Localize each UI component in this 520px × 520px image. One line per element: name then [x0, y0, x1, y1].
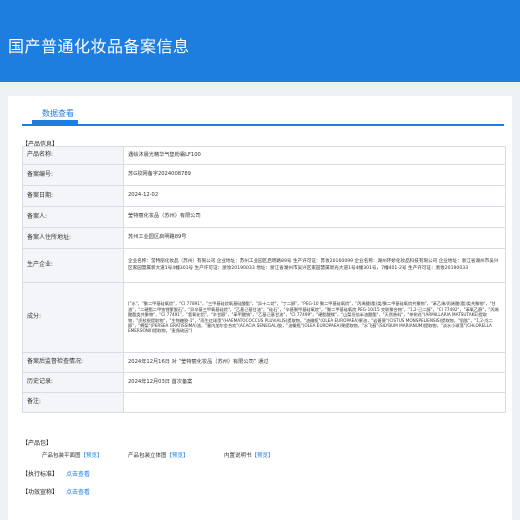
- row-value-manufacturer: 企业名称：莹特丽化妆品（苏州）有限公司 企业地址：苏州工业园区启明路89号 生产…: [123, 248, 506, 283]
- row-value-filer: 莹特丽化妆品（苏州）有限公司: [123, 206, 506, 228]
- row-label-filer: 备案人:: [22, 206, 124, 228]
- row-label-ingredients: 成分:: [22, 282, 124, 353]
- standard-view-link[interactable]: 点击查看: [66, 471, 90, 478]
- row-label-record-no: 备案编号:: [22, 164, 124, 186]
- standard-row: 【执行标准】 点击查看: [22, 469, 90, 478]
- package-3d-label: 产品包装立体图: [128, 453, 167, 459]
- package-flat-item: 产品包装平面图【预览】: [42, 451, 103, 459]
- table-row: 备案后监督检查情况: 2024年12月16日 对 “莹特丽化妆品（苏州）有限公司…: [22, 352, 506, 373]
- package-flat-preview-link[interactable]: 【预览】: [81, 453, 103, 459]
- row-label-history: 历史记录:: [22, 372, 124, 393]
- table-row: 备案编号: 苏G妆网备字2024008789: [22, 164, 506, 186]
- table-row: 备案人住所地址: 苏州工业园区启明路89号: [22, 227, 506, 249]
- product-info-table: 产品名称: 遇绘沐晨光精华气垫粉霜LF100 备案编号: 苏G妆网备字20240…: [22, 146, 506, 413]
- package-3d-preview-link[interactable]: 【预览】: [167, 453, 189, 459]
- header-banner: 国产普通化妆品备案信息: [0, 0, 520, 82]
- efficacy-row: 【功效宣称】 点击查看: [22, 487, 90, 496]
- table-row: 生产企业: 企业名称：莹特丽化妆品（苏州）有限公司 企业地址：苏州工业园区启明路…: [22, 248, 506, 283]
- table-row: 成分: ["水"，"聚二甲基硅氧烷"，"CI 77891"，"三甲基硅烷氧基硅酸…: [22, 282, 506, 353]
- detail-card: 数据查看 【产品信息】 产品名称: 遇绘沐晨光精华气垫粉霜LF100 备案编号:…: [8, 96, 512, 520]
- efficacy-view-link[interactable]: 点击查看: [66, 489, 90, 496]
- standard-label: 【执行标准】: [22, 471, 59, 478]
- row-value-date: 2024-12-02: [123, 185, 506, 207]
- manual-preview-link[interactable]: 【预览】: [252, 453, 274, 459]
- table-row: 产品名称: 遇绘沐晨光精华气垫粉霜LF100: [22, 146, 506, 165]
- row-value-history: 2024年12月03日 首次备案: [123, 372, 506, 393]
- row-value-supervision: 2024年12月16日 对 “莹特丽化妆品（苏州）有限公司” 通过: [123, 352, 506, 373]
- tab-data-view[interactable]: 数据查看: [42, 108, 74, 119]
- package-flat-label: 产品包装平面图: [42, 453, 81, 459]
- manual-label: 内置说明书: [224, 453, 252, 459]
- row-label-manufacturer: 生产企业:: [22, 248, 124, 283]
- efficacy-label: 【功效宣称】: [22, 489, 59, 496]
- tab-active-indicator: [32, 120, 78, 124]
- table-row: 备注:: [22, 392, 506, 413]
- table-row: 历史记录: 2024年12月03日 首次备案: [22, 372, 506, 393]
- section-package: 【产品包】: [22, 440, 53, 447]
- row-value-remarks: [123, 392, 506, 413]
- row-label-name: 产品名称:: [22, 146, 124, 165]
- package-3d-item: 产品包装立体图【预览】: [128, 451, 189, 459]
- row-label-address: 备案人住所地址:: [22, 227, 124, 249]
- row-label-remarks: 备注:: [22, 392, 124, 413]
- row-label-date: 备案日期:: [22, 185, 124, 207]
- manual-item: 内置说明书【预览】: [224, 451, 274, 459]
- row-value-name: 遇绘沐晨光精华气垫粉霜LF100: [123, 146, 506, 165]
- row-value-record-no: 苏G妆网备字2024008789: [123, 164, 506, 186]
- row-value-ingredients: ["水"，"聚二甲基硅氧烷"，"CI 77891"，"三甲基硅烷氧基硅酸酯"，"…: [123, 282, 506, 353]
- tab-underline: [22, 124, 504, 126]
- row-value-address: 苏州工业园区启明路89号: [123, 227, 506, 249]
- table-row: 备案日期: 2024-12-02: [22, 185, 506, 207]
- table-row: 备案人: 莹特丽化妆品（苏州）有限公司: [22, 206, 506, 228]
- row-label-supervision: 备案后监督检查情况:: [22, 352, 124, 373]
- page-title: 国产普通化妆品备案信息: [8, 37, 190, 56]
